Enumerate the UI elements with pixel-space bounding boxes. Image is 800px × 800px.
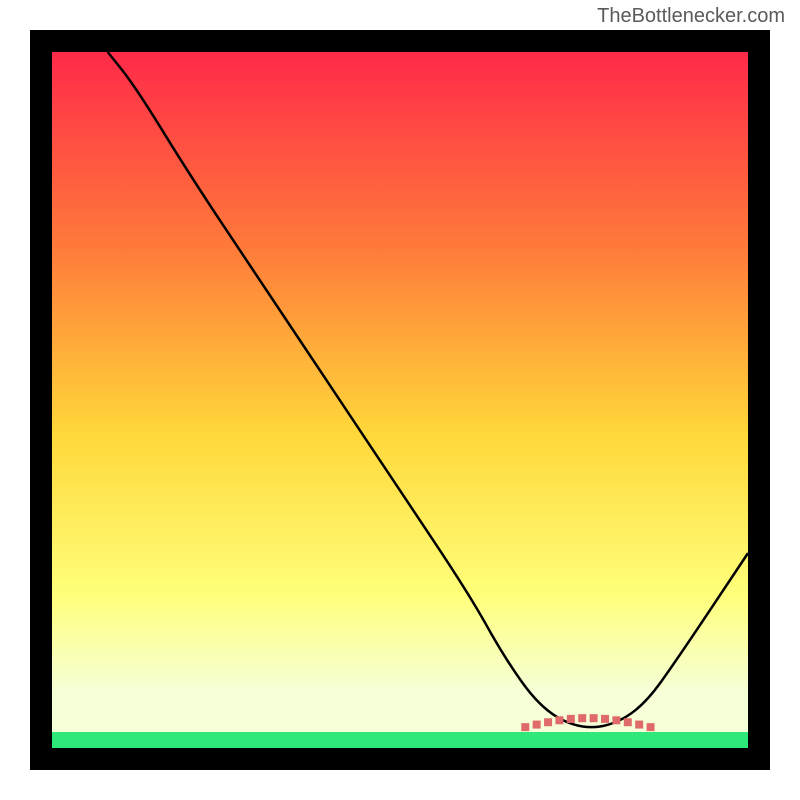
watermark-text: TheBottlenecker.com [597, 5, 785, 28]
valley-dot [555, 716, 563, 724]
valley-dot [521, 723, 529, 731]
valley-dot [567, 715, 575, 723]
valley-dot [544, 718, 552, 726]
green-band [52, 732, 748, 748]
valley-dot [612, 716, 620, 724]
valley-dot [624, 718, 632, 726]
chart-area [30, 30, 770, 770]
valley-dot [635, 721, 643, 729]
valley-dot [533, 721, 541, 729]
valley-dot [601, 715, 609, 723]
valley-dot [647, 723, 655, 731]
chart-svg [30, 30, 770, 770]
valley-dot [578, 714, 586, 722]
chart-background [52, 52, 748, 748]
valley-dot [590, 714, 598, 722]
